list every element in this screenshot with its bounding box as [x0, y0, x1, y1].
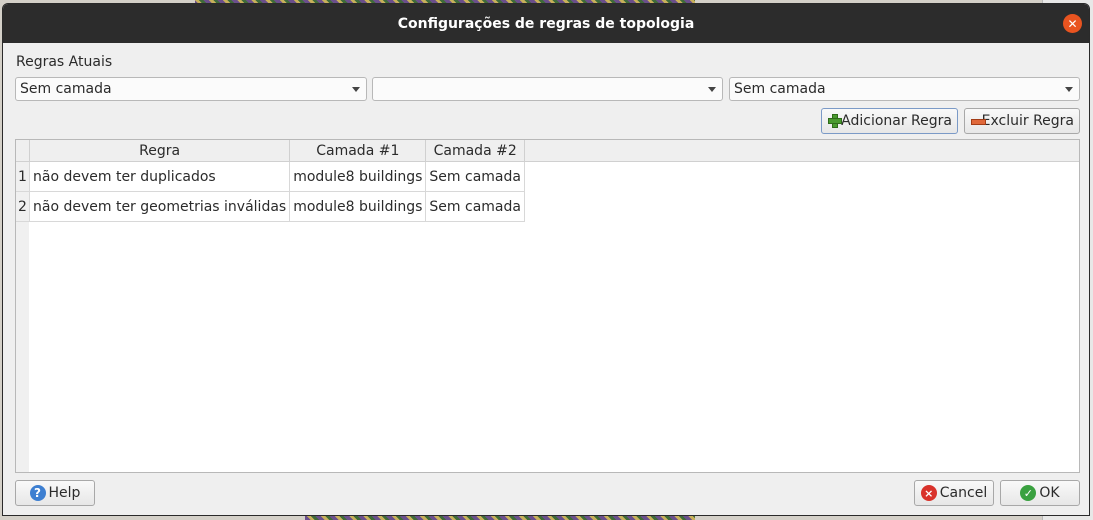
rule-select-value: Sem camada [20, 81, 112, 97]
chevron-down-icon [1065, 87, 1073, 92]
cell-layer2[interactable]: Sem camada [425, 161, 525, 192]
topology-rules-dialog: Configurações de regras de topologia ✕ R… [2, 3, 1090, 516]
column-header-layer1[interactable]: Camada #1 [289, 140, 427, 162]
cancel-icon: × [920, 485, 937, 501]
row-number[interactable]: 2 [16, 191, 30, 222]
title-bar: Configurações de regras de topologia ✕ [3, 4, 1089, 43]
table-corner[interactable] [16, 140, 30, 162]
column-header-rule[interactable]: Regra [29, 140, 291, 162]
help-icon: ? [29, 485, 46, 501]
current-rules-label: Regras Atuais [16, 54, 113, 70]
chevron-down-icon [352, 87, 360, 92]
add-rule-button[interactable]: Adicionar Regra [821, 108, 958, 134]
remove-rule-button[interactable]: Excluir Regra [964, 108, 1080, 134]
cell-rule[interactable]: não devem ter geometrias inválidas [29, 191, 291, 222]
add-rule-label: Adicionar Regra [841, 113, 952, 129]
cancel-label: Cancel [939, 485, 988, 501]
chevron-down-icon [708, 87, 716, 92]
ok-label: OK [1039, 485, 1060, 501]
cancel-button[interactable]: × Cancel [914, 480, 994, 506]
rule-select[interactable]: Sem camada [15, 77, 367, 101]
table-header-row: Regra Camada #1 Camada #2 [16, 140, 525, 162]
minus-icon [970, 113, 986, 129]
dialog-title: Configurações de regras de topologia [397, 15, 695, 32]
table-row[interactable]: 1 não devem ter duplicados module8 build… [16, 161, 525, 192]
layer1-select[interactable] [372, 77, 723, 101]
rules-table[interactable]: Regra Camada #1 Camada #2 1 não devem te… [15, 139, 1080, 473]
row-number[interactable]: 1 [16, 161, 30, 192]
remove-rule-label: Excluir Regra [981, 113, 1074, 129]
cell-layer1[interactable]: module8 buildings [289, 161, 427, 192]
layer2-select-value: Sem camada [734, 81, 826, 97]
cell-layer2[interactable]: Sem camada [425, 191, 525, 222]
rules-grid: Regra Camada #1 Camada #2 1 não devem te… [16, 140, 525, 222]
plus-icon [827, 113, 843, 129]
column-header-layer2[interactable]: Camada #2 [425, 140, 525, 162]
check-icon: ✓ [1020, 485, 1037, 501]
close-icon: ✕ [1067, 16, 1078, 31]
cell-layer1[interactable]: module8 buildings [289, 191, 427, 222]
close-button[interactable]: ✕ [1063, 14, 1082, 33]
help-label: Help [48, 485, 81, 501]
layer2-select[interactable]: Sem camada [729, 77, 1080, 101]
table-row[interactable]: 2 não devem ter geometrias inválidas mod… [16, 191, 525, 222]
help-button[interactable]: ? Help [15, 480, 95, 506]
cell-rule[interactable]: não devem ter duplicados [29, 161, 291, 192]
ok-button[interactable]: ✓ OK [1000, 480, 1080, 506]
